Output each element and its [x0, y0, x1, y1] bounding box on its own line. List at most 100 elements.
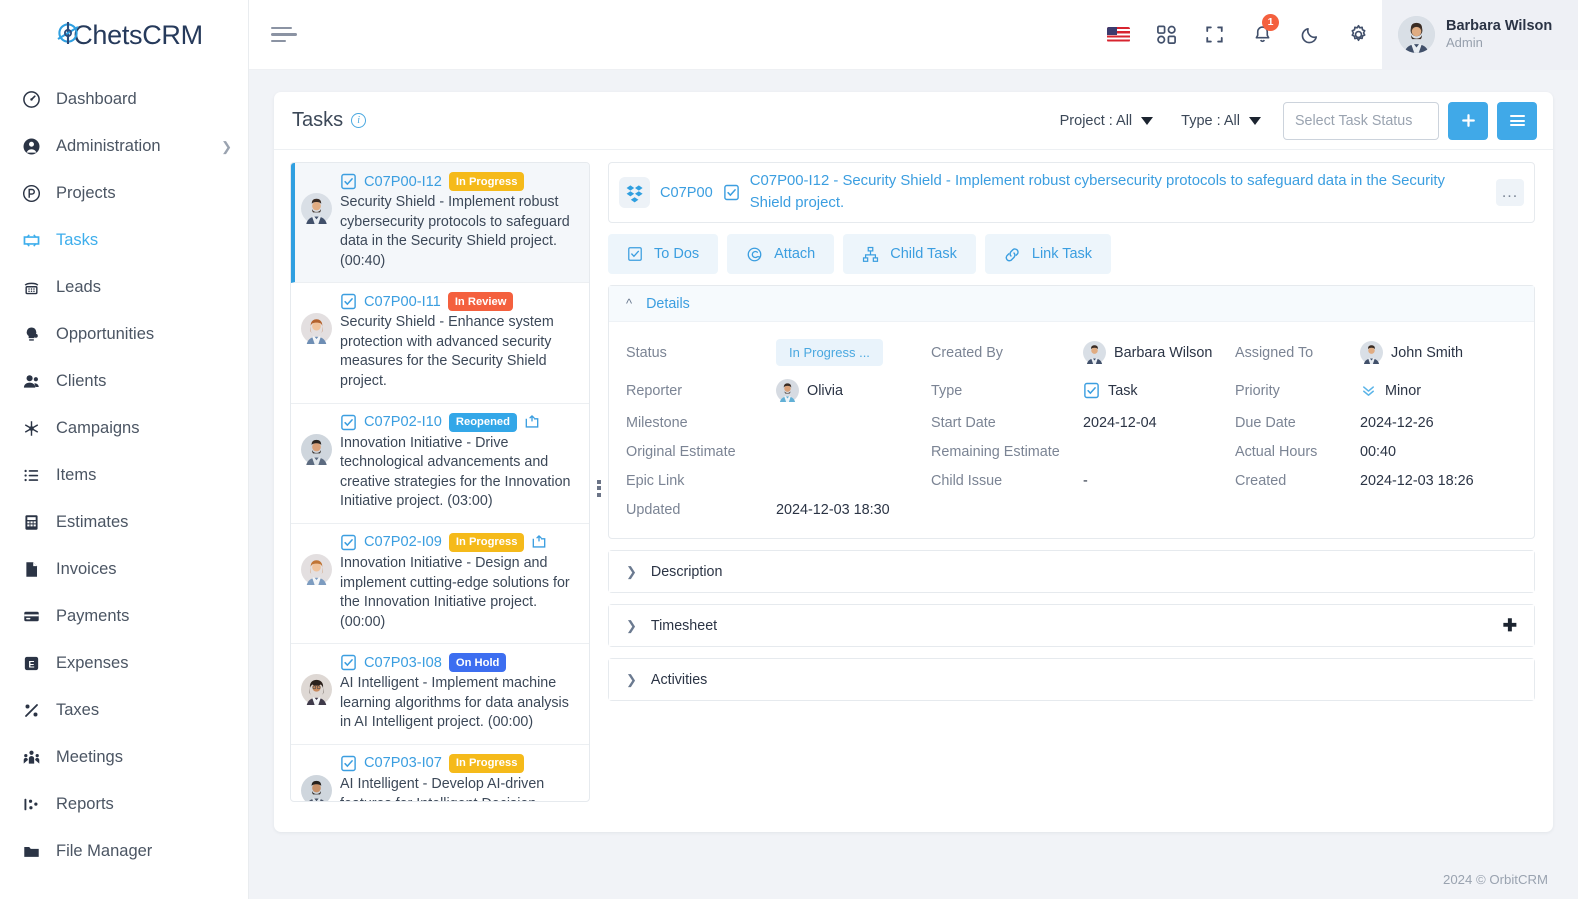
task-item-body: C07P03-I07 In Progress AI Intelligent - … — [340, 753, 578, 801]
task-list-item[interactable]: C07P00-I12 In Progress Security Shield -… — [291, 163, 589, 284]
task-description: AI Intelligent - Implement machine learn… — [340, 675, 569, 731]
timesheet-section-label: Timesheet — [650, 617, 718, 634]
sidebar-item-opportunities[interactable]: Opportunities — [0, 311, 248, 358]
field-value-priority: Minor — [1360, 382, 1517, 399]
sidebar-item-tasks[interactable]: Tasks — [0, 217, 248, 264]
activities-section: ❯ Activities — [608, 658, 1535, 702]
info-icon[interactable]: i — [351, 113, 367, 128]
project-code[interactable]: C07P00 — [660, 185, 713, 201]
moon-icon[interactable] — [1286, 0, 1334, 70]
brand-logo-area[interactable]: ChetsCRM — [0, 0, 248, 70]
avatar — [301, 553, 332, 585]
field-label-created-by: Created By — [931, 344, 1003, 361]
sidebar-item-dashboard[interactable]: Dashboard — [0, 76, 248, 123]
tab-to-dos[interactable]: To Dos — [608, 234, 719, 275]
user-menu[interactable]: Barbara Wilson Admin — [1382, 0, 1578, 70]
status-badge: In Progress ... — [776, 339, 883, 367]
status-badge: In Review — [447, 292, 514, 312]
task-code[interactable]: C07P03-I08 — [364, 655, 442, 671]
more-options-icon[interactable]: ... — [1496, 179, 1524, 207]
reporter-name: Olivia — [807, 382, 843, 399]
add-timesheet-icon[interactable]: ✚ — [1503, 616, 1517, 636]
task-status-input[interactable] — [1283, 101, 1439, 140]
hamburger-menu-icon[interactable] — [271, 23, 297, 47]
task-item-header: C07P02-I10 Reopened — [340, 412, 578, 432]
priority-minor-icon — [1360, 382, 1377, 399]
task-detail-panel: C07P00 C07P00-I12 - Security Shield - Im… — [608, 162, 1535, 814]
fullscreen-icon[interactable] — [1190, 0, 1238, 70]
sidebar-item-campaigns[interactable]: Campaigns — [0, 405, 248, 452]
chevron-down-icon — [1249, 116, 1261, 125]
sidebar-item-reports[interactable]: Reports — [0, 781, 248, 828]
sidebar-item-label: Tasks — [56, 231, 99, 249]
details-section-header[interactable]: ^ Details — [609, 286, 1534, 323]
sidebar-item-leads[interactable]: Leads — [0, 264, 248, 311]
copy-task-icon[interactable] — [531, 534, 547, 550]
sidebar-item-projects[interactable]: Projects — [0, 170, 248, 217]
tab-child-task[interactable]: Child Task — [843, 234, 976, 275]
field-label-reporter: Reporter — [626, 382, 682, 399]
add-task-button[interactable] — [1448, 101, 1488, 140]
chevron-right-icon: ❯ — [626, 671, 637, 687]
field-label-start-date: Start Date — [931, 415, 996, 432]
status-badge: Reopened — [448, 412, 517, 432]
items-list-icon — [22, 466, 48, 485]
task-list[interactable]: C07P00-I12 In Progress Security Shield -… — [290, 162, 590, 802]
list-view-icon[interactable] — [1497, 101, 1537, 140]
avatar — [1398, 16, 1435, 53]
panel-resize-handle[interactable] — [590, 162, 608, 814]
avatar — [301, 433, 332, 465]
task-type-icon — [340, 173, 357, 190]
opportunities-icon — [22, 325, 48, 344]
task-list-item[interactable]: C07P03-I08 On Hold AI Intelligent - Impl… — [291, 644, 589, 745]
sidebar-item-taxes[interactable]: Taxes — [0, 687, 248, 734]
task-code[interactable]: C07P03-I07 — [364, 755, 442, 771]
footer: 2024 © OrbitCRM — [249, 860, 1578, 899]
status-badge: On Hold — [448, 653, 507, 673]
task-list-item[interactable]: C07P00-I11 In Review Security Shield - E… — [291, 283, 589, 404]
sidebar-item-expenses[interactable]: E Expenses — [0, 640, 248, 687]
gear-icon[interactable] — [1334, 0, 1382, 70]
activities-section-header[interactable]: ❯ Activities — [609, 659, 1534, 701]
user-role: Admin — [1446, 35, 1483, 51]
sidebar-item-label: Taxes — [56, 701, 100, 719]
bell-icon[interactable]: 1 — [1238, 0, 1286, 70]
sidebar-item-label: Invoices — [56, 560, 117, 578]
timesheet-section-header[interactable]: ❯ Timesheet ✚ — [609, 605, 1534, 647]
sidebar-item-clients[interactable]: Clients — [0, 358, 248, 405]
sidebar-item-invoices[interactable]: Invoices — [0, 546, 248, 593]
task-list-item[interactable]: C07P03-I07 In Progress AI Intelligent - … — [291, 745, 589, 801]
tab-attach[interactable]: Attach — [727, 234, 835, 275]
app-root: ChetsCRM Dashboard Administration ❯ Proj… — [0, 0, 1578, 899]
created-by-name: Barbara Wilson — [1114, 344, 1213, 361]
sidebar-item-payments[interactable]: Payments — [0, 593, 248, 640]
sidebar-item-file-manager[interactable]: File Manager — [0, 828, 248, 875]
sidebar-item-administration[interactable]: Administration ❯ — [0, 123, 248, 170]
details-section: ^ Details Status In Progress ... Created… — [608, 285, 1535, 540]
sidebar-item-items[interactable]: Items — [0, 452, 248, 499]
task-list-item[interactable]: C07P02-I09 In Progress Innovation Initia… — [291, 524, 589, 645]
task-code[interactable]: C07P00-I11 — [364, 294, 441, 310]
flag-usa-icon[interactable] — [1094, 0, 1142, 70]
task-detail-title[interactable]: C07P00-I12 - Security Shield - Implement… — [750, 171, 1486, 214]
field-value-status[interactable]: In Progress ... — [776, 339, 931, 367]
sidebar-item-meetings[interactable]: Meetings — [0, 734, 248, 781]
avatar — [301, 313, 332, 345]
project-filter-dropdown[interactable]: Project : All — [1046, 102, 1168, 140]
tab-link-task[interactable]: Link Task — [984, 234, 1112, 275]
type-filter-dropdown[interactable]: Type : All — [1167, 102, 1275, 140]
description-section-header[interactable]: ❯ Description — [609, 551, 1534, 593]
copy-task-icon[interactable] — [524, 414, 540, 430]
project-logo-icon — [619, 177, 650, 209]
task-description: AI Intelligent - Develop AI-driven featu… — [340, 775, 545, 801]
task-list-item[interactable]: C07P02-I10 Reopened Innovation Initiativ… — [291, 404, 589, 524]
task-code[interactable]: C07P02-I09 — [364, 534, 442, 550]
sidebar-item-estimates[interactable]: Estimates — [0, 499, 248, 546]
task-code[interactable]: C07P00-I12 — [364, 174, 442, 190]
description-section: ❯ Description — [608, 550, 1535, 594]
task-detail-header: C07P00 C07P00-I12 - Security Shield - Im… — [608, 162, 1535, 224]
field-label-created: Created — [1235, 473, 1287, 490]
task-code[interactable]: C07P02-I10 — [364, 414, 442, 430]
field-label-updated: Updated — [626, 502, 681, 519]
apps-grid-icon[interactable] — [1142, 0, 1190, 70]
